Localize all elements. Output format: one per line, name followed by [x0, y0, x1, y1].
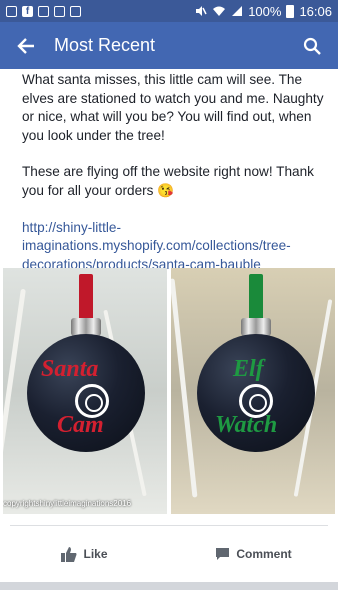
bauble-word-2: Watch: [215, 412, 278, 438]
post-paragraph-1: What santa misses, this little cam will …: [22, 72, 324, 143]
action-bar: Like Comment: [0, 532, 338, 576]
wifi-icon: [213, 6, 226, 16]
gallery-icon: [38, 5, 49, 17]
search-icon[interactable]: [298, 32, 326, 60]
feed-separator: [0, 582, 338, 590]
status-bar: f 100% 16:06: [0, 0, 338, 22]
thumbs-up-icon: [61, 546, 77, 562]
bauble-word-1: Elf: [233, 356, 264, 382]
like-label: Like: [83, 547, 108, 561]
bauble-word-1: Santa: [41, 356, 99, 382]
photo-elf-watch[interactable]: Elf Watch: [171, 268, 335, 514]
post-paragraph-2: These are flying off the website right n…: [22, 164, 314, 198]
ribbon: [249, 274, 263, 322]
photo-santa-cam[interactable]: Santa Cam copyrightshinylittleimaginatio…: [3, 268, 167, 514]
comment-icon: [216, 548, 230, 560]
divider: [10, 525, 328, 526]
ribbon: [79, 274, 93, 322]
comment-label: Comment: [236, 547, 292, 561]
mute-icon: [196, 6, 207, 16]
battery-icon: [286, 4, 295, 18]
watermark: copyrightshinylittleimaginations2016: [3, 499, 132, 508]
post-text: What santa misses, this little cam will …: [22, 71, 326, 292]
bauble: Elf Watch: [197, 334, 315, 452]
branch: [171, 278, 198, 498]
gallery-icon-2: [54, 5, 65, 17]
notification-icon: [6, 5, 17, 17]
next-post-card: [0, 590, 338, 600]
battery-percent: 100%: [248, 3, 282, 19]
post-card: What santa misses, this little cam will …: [0, 69, 338, 582]
clock: 16:06: [299, 3, 332, 19]
comment-button[interactable]: Comment: [169, 532, 338, 576]
signal-icon: [232, 6, 243, 16]
branch: [3, 288, 26, 488]
post-link[interactable]: http://shiny-little-imaginations.myshopi…: [22, 219, 326, 275]
app-bar: Most Recent: [0, 22, 338, 69]
arrow-left-icon[interactable]: [12, 32, 40, 60]
page-title: Most Recent: [54, 35, 156, 55]
facebook-icon: f: [22, 5, 33, 17]
mail-icon: [70, 5, 81, 17]
bauble-word-2: Cam: [57, 412, 104, 438]
bauble: Santa Cam: [27, 334, 145, 452]
like-button[interactable]: Like: [0, 532, 169, 576]
